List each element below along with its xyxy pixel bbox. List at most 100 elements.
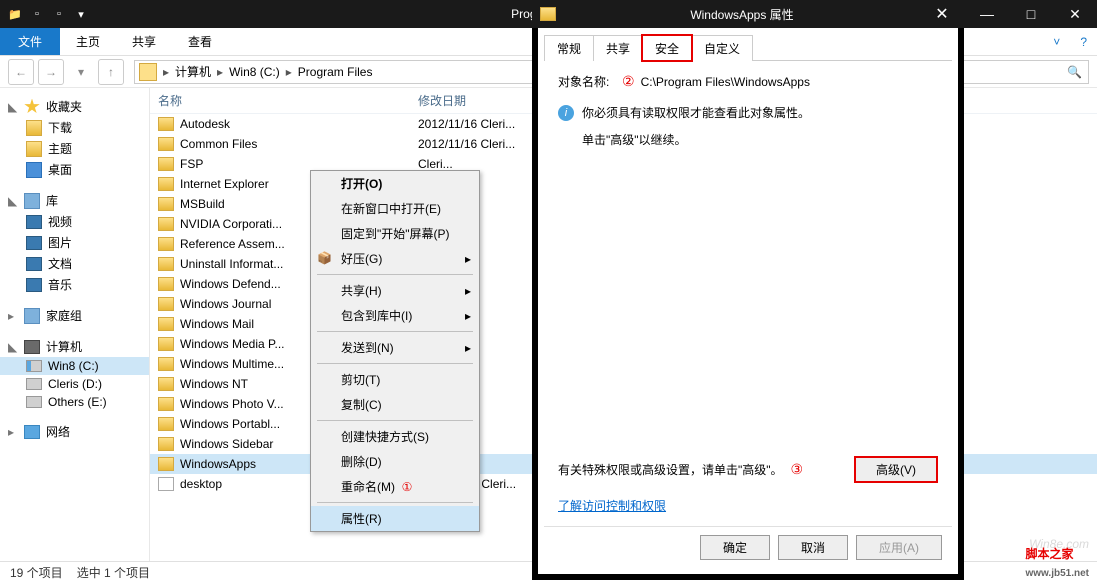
advanced-button[interactable]: 高级(V) (854, 456, 938, 483)
chevron-down-icon: ◣ (8, 194, 18, 208)
menu-send-to[interactable]: 发送到(N)▸ (311, 335, 479, 360)
file-date: 2012/11/16 Cleri... (418, 117, 515, 131)
sidebar-item-downloads[interactable]: 下载 (0, 117, 149, 138)
menu-copy[interactable]: 复制(C) (311, 392, 479, 417)
tab-view[interactable]: 查看 (172, 28, 228, 55)
chevron-right-icon: ▸ (465, 252, 471, 266)
sidebar-item-themes[interactable]: 主题 (0, 138, 149, 159)
sidebar-drive-d[interactable]: Cleris (D:) (0, 375, 149, 393)
maximize-button[interactable]: □ (1009, 0, 1053, 28)
sidebar-drive-e[interactable]: Others (E:) (0, 393, 149, 411)
property-tabs: 常规 共享 安全 自定义 (544, 34, 952, 61)
tab-security[interactable]: 安全 (642, 35, 692, 61)
sidebar-drive-c[interactable]: Win8 (C:) (0, 357, 149, 375)
menu-open-new-window[interactable]: 在新窗口中打开(E) (311, 196, 479, 221)
chevron-right-icon: ▸ (465, 341, 471, 355)
tab-share[interactable]: 共享 (116, 28, 172, 55)
properties-dialog: WindowsApps 属性 ✕ 常规 共享 安全 自定义 对象名称: ② C:… (532, 0, 964, 580)
tab-sharing[interactable]: 共享 (593, 35, 643, 61)
tab-home[interactable]: 主页 (60, 28, 116, 55)
music-icon (26, 278, 42, 292)
folder-icon (158, 377, 174, 391)
help-icon[interactable]: ? (1070, 28, 1097, 55)
menu-share[interactable]: 共享(H)▸ (311, 278, 479, 303)
folder-icon (139, 63, 157, 81)
minimize-button[interactable]: — (965, 0, 1009, 28)
menu-properties[interactable]: 属性(R) (311, 506, 479, 531)
file-date: Cleri... (418, 157, 453, 171)
menu-include-library[interactable]: 包含到库中(I)▸ (311, 303, 479, 328)
sidebar-homegroup[interactable]: ▸家庭组 (0, 305, 149, 326)
menu-cut[interactable]: 剪切(T) (311, 367, 479, 392)
folder-icon (158, 257, 174, 271)
sidebar-item-videos[interactable]: 视频 (0, 211, 149, 232)
sidebar-computer[interactable]: ◣计算机 (0, 336, 149, 357)
folder-icon (26, 120, 42, 136)
menu-separator (317, 502, 473, 503)
cancel-button[interactable]: 取消 (778, 535, 848, 560)
file-name: Common Files (180, 137, 418, 151)
sidebar-item-pictures[interactable]: 图片 (0, 232, 149, 253)
chevron-right-icon: ▸ (465, 284, 471, 298)
sidebar-item-documents[interactable]: 文档 (0, 253, 149, 274)
drive-icon (26, 360, 42, 372)
learn-more-link[interactable]: 了解访问控制和权限 (558, 499, 666, 513)
forward-button[interactable]: → (38, 59, 64, 85)
sidebar-favorites[interactable]: ◣收藏夹 (0, 96, 149, 117)
folder-icon (540, 7, 556, 21)
menu-delete[interactable]: 删除(D) (311, 449, 479, 474)
menu-rename[interactable]: 重命名(M) ① (311, 474, 479, 499)
qa-icon[interactable]: ▫ (28, 5, 46, 23)
file-icon (158, 477, 174, 491)
folder-icon (158, 357, 174, 371)
chevron-right-icon[interactable]: ▸ (159, 65, 173, 79)
folder-icon (158, 297, 174, 311)
breadcrumb-item[interactable]: Program Files (296, 65, 375, 79)
close-button[interactable]: ✕ (920, 0, 964, 28)
chevron-right-icon: ▸ (8, 425, 18, 439)
ok-button[interactable]: 确定 (700, 535, 770, 560)
qa-icon[interactable]: ▫ (50, 5, 68, 23)
chevron-right-icon[interactable]: ▸ (213, 65, 227, 79)
menu-open[interactable]: 打开(O) (311, 171, 479, 196)
sidebar-libraries[interactable]: ◣库 (0, 190, 149, 211)
folder-icon (158, 217, 174, 231)
back-button[interactable]: ← (8, 59, 34, 85)
status-selection: 选中 1 个项目 (77, 564, 150, 581)
sidebar-network[interactable]: ▸网络 (0, 421, 149, 442)
close-button[interactable]: ✕ (1053, 0, 1097, 28)
folder-icon (158, 177, 174, 191)
file-tab[interactable]: 文件 (0, 28, 60, 55)
menu-create-shortcut[interactable]: 创建快捷方式(S) (311, 424, 479, 449)
folder-icon (158, 317, 174, 331)
archive-icon: 📦 (317, 251, 333, 267)
dialog-buttons: 确定 取消 应用(A) (544, 526, 952, 568)
sidebar-item-desktop[interactable]: 桌面 (0, 159, 149, 180)
breadcrumb-item[interactable]: Win8 (C:) (227, 65, 282, 79)
breadcrumb-item[interactable]: 计算机 (173, 63, 213, 80)
folder-icon (158, 337, 174, 351)
info-icon: i (558, 105, 574, 121)
dialog-titlebar: WindowsApps 属性 ✕ (532, 0, 964, 28)
object-name-label: 对象名称: (558, 73, 622, 90)
info-text: 单击"高级"以继续。 (582, 131, 687, 148)
apply-button[interactable]: 应用(A) (856, 535, 942, 560)
image-icon (26, 236, 42, 250)
menu-pin-start[interactable]: 固定到"开始"屏幕(P) (311, 221, 479, 246)
ribbon-toggle-icon[interactable]: ˅ (1043, 28, 1070, 55)
chevron-right-icon[interactable]: ▸ (282, 65, 296, 79)
quick-access-toolbar: 📁 ▫ ▫ ▾ (0, 5, 96, 23)
search-icon[interactable]: 🔍 (1067, 65, 1082, 79)
tab-customize[interactable]: 自定义 (691, 35, 753, 61)
folder-icon (158, 457, 174, 471)
up-button[interactable]: ↑ (98, 59, 124, 85)
folder-icon: 📁 (6, 5, 24, 23)
qa-dropdown-icon[interactable]: ▾ (72, 5, 90, 23)
menu-haozip[interactable]: 📦好压(G)▸ (311, 246, 479, 271)
menu-separator (317, 363, 473, 364)
tab-general[interactable]: 常规 (544, 35, 594, 61)
column-name[interactable]: 名称 (158, 92, 418, 109)
history-dropdown-icon[interactable]: ▾ (68, 59, 94, 85)
sidebar-item-music[interactable]: 音乐 (0, 274, 149, 295)
menu-separator (317, 420, 473, 421)
